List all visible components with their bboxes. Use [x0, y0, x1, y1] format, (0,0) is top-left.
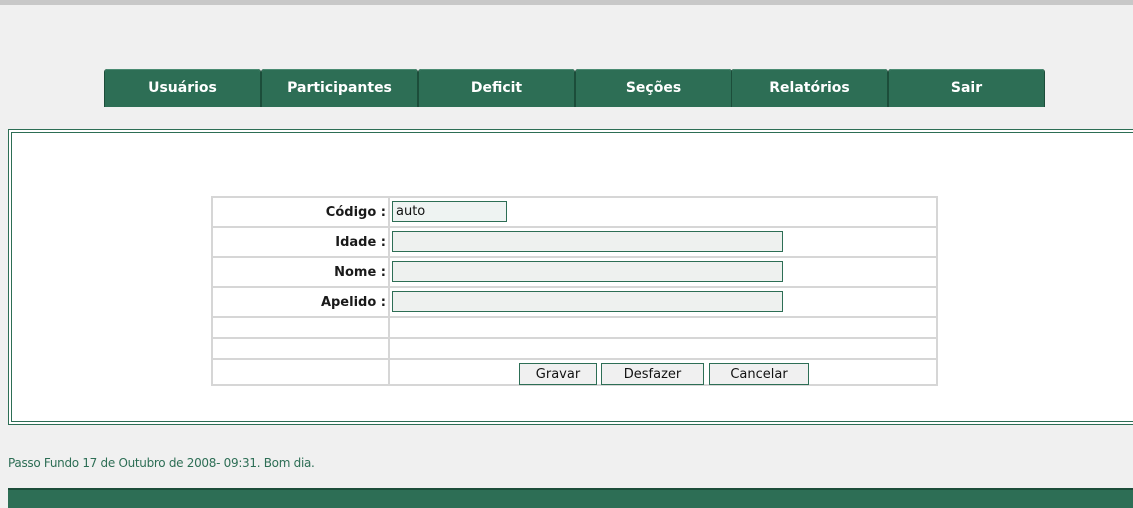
nome-label: Nome : [213, 258, 390, 286]
bottom-bar [8, 488, 1133, 508]
form-row-empty-1 [213, 318, 936, 339]
tab-sair[interactable]: Sair [888, 69, 1045, 107]
form-row-empty-2 [213, 339, 936, 360]
desfazer-button[interactable]: Desfazer [601, 363, 704, 385]
codigo-label: Código : [213, 198, 390, 226]
nome-field[interactable] [392, 261, 783, 282]
tab-relatorios[interactable]: Relatórios [731, 69, 888, 107]
tab-secoes[interactable]: Seções [575, 69, 732, 107]
participant-form: Código : Idade : Nome : Apelido : Grava [211, 196, 938, 386]
status-text: Passo Fundo 17 de Outubro de 2008- 09:31… [8, 456, 315, 470]
main-nav: Usuários Participantes Deficit Seções Re… [104, 69, 1045, 107]
tab-usuarios[interactable]: Usuários [104, 69, 261, 107]
tab-deficit[interactable]: Deficit [418, 69, 575, 107]
form-row-codigo: Código : [213, 198, 936, 228]
form-row-apelido: Apelido : [213, 288, 936, 318]
apelido-label: Apelido : [213, 288, 390, 316]
form-row-idade: Idade : [213, 228, 936, 258]
codigo-field[interactable] [392, 201, 507, 222]
idade-field[interactable] [392, 231, 783, 252]
form-row-buttons: Gravar Desfazer Cancelar [213, 360, 936, 386]
top-border [0, 0, 1133, 5]
apelido-field[interactable] [392, 291, 783, 312]
idade-label: Idade : [213, 228, 390, 256]
form-actions: Gravar Desfazer Cancelar [392, 362, 936, 386]
tab-participantes[interactable]: Participantes [261, 69, 418, 107]
form-row-nome: Nome : [213, 258, 936, 288]
gravar-button[interactable]: Gravar [519, 363, 597, 385]
cancelar-button[interactable]: Cancelar [709, 363, 809, 385]
